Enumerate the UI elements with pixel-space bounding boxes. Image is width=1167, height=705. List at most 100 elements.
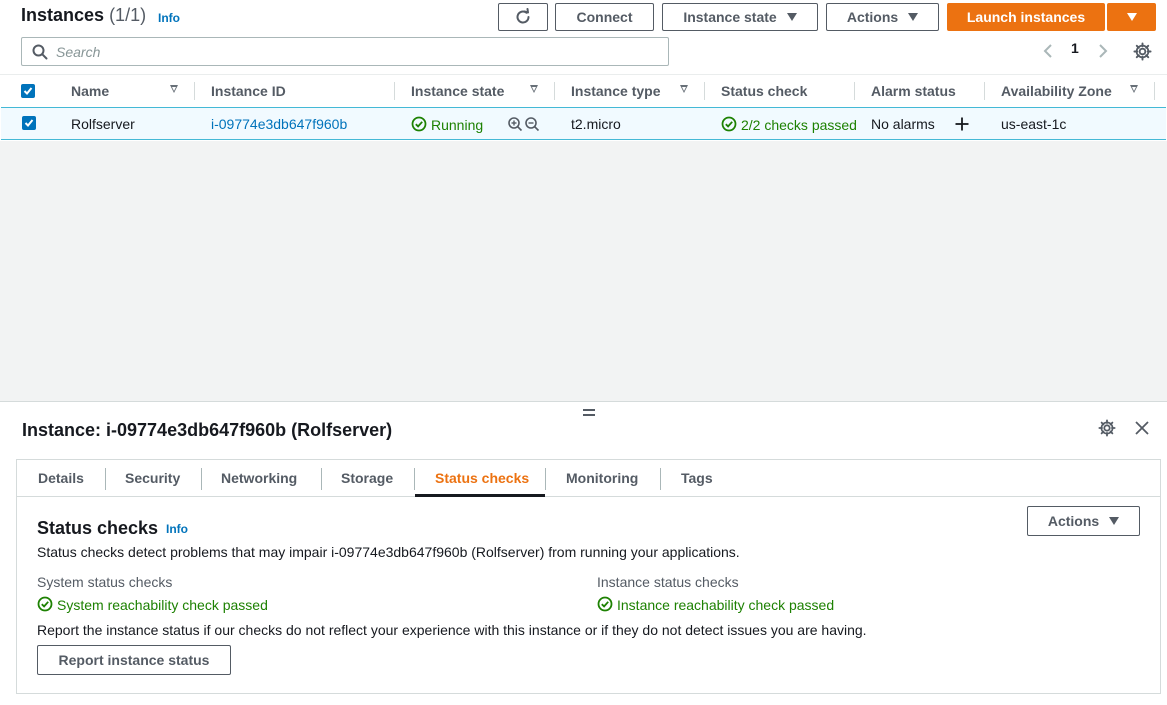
column-divider (394, 82, 395, 100)
instance-name: Rolfserver (71, 116, 135, 132)
report-button-label: Report instance status (58, 652, 210, 668)
instance-state-dropdown[interactable]: Instance state (662, 3, 818, 31)
current-page[interactable]: 1 (1071, 40, 1079, 56)
instance-status-label: Instance status checks (597, 574, 739, 590)
search-bar[interactable] (21, 37, 669, 66)
column-header-instance-id[interactable]: Instance ID (211, 83, 286, 99)
success-icon (721, 116, 737, 132)
tab-monitoring[interactable]: Monitoring (566, 470, 638, 486)
gear-icon[interactable] (1098, 419, 1116, 437)
column-divider (194, 82, 195, 100)
system-status-text: System reachability check passed (57, 597, 268, 613)
instance-status-value: Instance reachability check passed (597, 596, 834, 613)
divider (0, 74, 1167, 75)
table-row[interactable]: Rolfserver i-09774e3db647f960b Running t… (1, 107, 1166, 140)
column-header-instance-state[interactable]: Instance state (411, 83, 504, 99)
instance-state-cell: Running (411, 116, 483, 133)
column-divider (984, 82, 985, 100)
panel-title: Instance: i-09774e3db647f960b (Rolfserve… (22, 420, 393, 440)
tab-storage[interactable]: Storage (341, 470, 393, 486)
success-icon (411, 116, 427, 132)
zoom-out-icon[interactable] (524, 116, 540, 132)
instance-id-link[interactable]: i-09774e3db647f960b (211, 116, 347, 132)
alarm-status-cell: No alarms (871, 116, 935, 132)
active-tab-indicator (415, 494, 545, 497)
caret-down-icon (908, 13, 919, 21)
gear-icon[interactable] (1133, 42, 1152, 61)
report-instance-status-button[interactable]: Report instance status (37, 645, 231, 675)
check-icon (23, 87, 33, 95)
drag-handle-icon[interactable] (583, 409, 595, 419)
caret-down-icon (786, 13, 797, 21)
success-icon (37, 596, 53, 612)
system-status-label: System status checks (37, 574, 173, 590)
sort-icon[interactable] (170, 85, 178, 93)
page-title-text: Instances (21, 5, 105, 25)
availability-zone-cell: us-east-1c (1001, 116, 1067, 132)
column-header-instance-type[interactable]: Instance type (571, 83, 660, 99)
chevron-left-icon[interactable] (1042, 43, 1054, 59)
connect-button-label: Connect (576, 9, 633, 25)
tab-security[interactable]: Security (125, 470, 180, 486)
check-icon (24, 119, 34, 127)
table-empty-area (0, 141, 1167, 401)
tab-details[interactable]: Details (38, 470, 84, 486)
row-checkbox[interactable] (22, 116, 36, 130)
tab-divider (660, 468, 661, 490)
close-icon[interactable] (1134, 420, 1150, 436)
section-info-link[interactable]: Info (166, 522, 188, 536)
connect-button[interactable]: Connect (555, 3, 654, 31)
sort-icon[interactable] (1130, 85, 1138, 93)
ec2-console: Instances (1/1) Info Connect Instance st… (0, 0, 1167, 705)
refresh-button[interactable] (498, 3, 548, 31)
refresh-icon (516, 8, 530, 24)
caret-down-icon (1109, 517, 1120, 525)
report-description: Report the instance status if our checks… (37, 622, 867, 638)
chevron-right-icon[interactable] (1097, 43, 1109, 59)
column-header-alarm-status[interactable]: Alarm status (871, 83, 956, 99)
caret-down-icon (1126, 13, 1137, 21)
search-icon (32, 44, 48, 59)
page-title: Instances (1/1) (21, 5, 146, 26)
tab-divider (414, 468, 415, 490)
tab-networking[interactable]: Networking (221, 470, 297, 486)
column-header-availability-zone[interactable]: Availability Zone (1001, 83, 1112, 99)
column-divider (854, 82, 855, 100)
tab-bar: Details Security Networking Storage Stat… (16, 459, 1161, 497)
instance-state-label: Instance state (683, 9, 777, 25)
select-all-checkbox[interactable] (21, 84, 35, 98)
tab-tags[interactable]: Tags (681, 470, 713, 486)
column-divider (1154, 82, 1155, 100)
panel-actions-label: Actions (1047, 513, 1100, 529)
column-header-name[interactable]: Name (71, 83, 109, 99)
instance-status-text: Instance reachability check passed (617, 597, 835, 613)
zoom-in-icon[interactable] (507, 116, 523, 132)
success-icon (597, 596, 613, 612)
panel-actions-dropdown[interactable]: Actions (1027, 506, 1140, 536)
table-header: Name Instance ID Instance state Instance… (0, 76, 1167, 106)
status-check-value: 2/2 checks passed (741, 117, 857, 133)
launch-options-dropdown[interactable] (1107, 3, 1156, 31)
status-checks-description: Status checks detect problems that may i… (37, 544, 740, 560)
add-icon[interactable] (954, 116, 970, 132)
info-link[interactable]: Info (158, 11, 180, 25)
column-divider (554, 82, 555, 100)
instance-type-cell: t2.micro (571, 116, 621, 132)
launch-instances-button[interactable]: Launch instances (947, 3, 1105, 31)
instance-count: (1/1) (109, 5, 147, 25)
actions-dropdown[interactable]: Actions (826, 3, 939, 31)
sort-icon[interactable] (530, 85, 538, 93)
sort-icon[interactable] (680, 85, 688, 93)
actions-label: Actions (846, 9, 899, 25)
instance-state-value: Running (431, 117, 484, 133)
tab-divider (321, 468, 322, 490)
tab-divider (545, 468, 546, 490)
tab-divider (105, 468, 106, 490)
tab-status-checks[interactable]: Status checks (435, 470, 529, 486)
system-status-value: System reachability check passed (37, 596, 268, 613)
launch-instances-label: Launch instances (966, 9, 1086, 25)
column-header-status-check[interactable]: Status check (721, 83, 807, 99)
status-check-cell: 2/2 checks passed (721, 116, 857, 133)
column-divider (704, 82, 705, 100)
search-input[interactable] (56, 43, 636, 60)
